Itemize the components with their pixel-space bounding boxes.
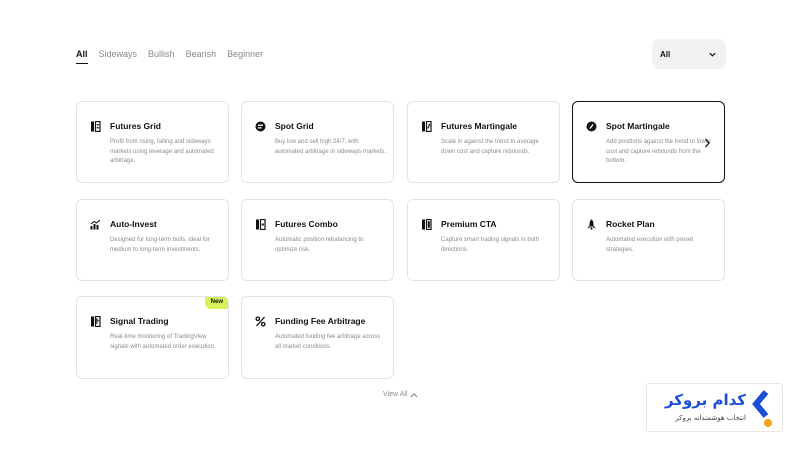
strategy-card-futures-martingale[interactable]: Futures Martingale Scale in against the … xyxy=(407,101,560,183)
strategy-card-funding-fee-arbitrage[interactable]: Funding Fee Arbitrage Automated funding … xyxy=(241,296,394,379)
card-description: Automatic position rebalancing to optimi… xyxy=(275,237,364,253)
card-description: Scale in against the trend to average do… xyxy=(441,139,539,155)
card-description: Buy low and sell high 24/7, with automat… xyxy=(275,139,387,155)
logo-dot-icon xyxy=(764,419,772,427)
futures-combo-icon xyxy=(255,219,266,230)
tab-bearish[interactable]: Bearish xyxy=(186,48,217,64)
card-title: Signal Trading xyxy=(110,316,169,326)
strategy-card-futures-combo[interactable]: Futures Combo Automatic position rebalan… xyxy=(241,199,394,281)
strategy-card-signal-trading[interactable]: Signal Trading Real-time monitoring of T… xyxy=(76,296,229,379)
spot-grid-icon xyxy=(255,121,266,132)
card-description: Real-time monitoring of TradingView sign… xyxy=(110,334,216,350)
chevron-down-icon xyxy=(709,52,716,57)
percent-icon xyxy=(255,316,266,327)
card-title: Spot Grid xyxy=(275,121,314,131)
tab-all[interactable]: All xyxy=(76,48,88,64)
card-description: Automated funding fee arbitrage across a… xyxy=(275,334,381,350)
card-description: Capture smart trading signals in both di… xyxy=(441,237,540,253)
chevron-up-icon xyxy=(410,392,418,397)
strategy-card-premium-cta[interactable]: Premium CTA Capture smart trading signal… xyxy=(407,199,560,281)
watermark-logo: کدام بروکر انتخاب هوشمندانه بروکر xyxy=(646,383,783,432)
new-badge: New xyxy=(204,297,228,309)
card-title: Futures Combo xyxy=(275,219,338,229)
filter-dropdown[interactable]: All xyxy=(652,39,726,69)
view-all-button[interactable]: View All xyxy=(383,391,418,398)
view-all-label: View All xyxy=(383,391,408,398)
futures-martingale-icon xyxy=(421,121,432,132)
watermark-brand: کدام بروکر xyxy=(664,391,746,409)
auto-invest-icon xyxy=(90,219,101,230)
chevron-right-icon xyxy=(705,138,710,148)
rocket-icon xyxy=(586,219,597,230)
strategy-card-spot-grid[interactable]: Spot Grid Buy low and sell high 24/7, wi… xyxy=(241,101,394,183)
tab-sideways[interactable]: Sideways xyxy=(99,48,138,64)
filter-dropdown-value: All xyxy=(660,49,671,59)
card-description: Designed for long-term bulls, ideal for … xyxy=(110,237,210,253)
card-title: Spot Martingale xyxy=(606,121,670,131)
card-title: Auto-Invest xyxy=(110,219,157,229)
card-description: Automated execution with preset strategi… xyxy=(606,237,694,253)
card-title: Funding Fee Arbitrage xyxy=(275,316,366,326)
watermark-tagline: انتخاب هوشمندانه بروکر xyxy=(675,414,746,422)
tab-bullish[interactable]: Bullish xyxy=(148,48,175,64)
spot-martingale-icon xyxy=(586,121,597,132)
signal-trading-icon xyxy=(90,316,101,327)
card-title: Premium CTA xyxy=(441,219,497,229)
strategy-card-spot-martingale[interactable]: Spot Martingale Add positions against th… xyxy=(572,101,725,183)
logo-chevron-icon xyxy=(752,390,769,418)
futures-grid-icon xyxy=(90,121,101,132)
strategy-card-rocket-plan[interactable]: Rocket Plan Automated execution with pre… xyxy=(572,199,725,281)
premium-cta-icon xyxy=(421,219,432,230)
strategy-card-auto-invest[interactable]: Auto-Invest Designed for long-term bulls… xyxy=(76,199,229,281)
tab-beginner[interactable]: Beginner xyxy=(227,48,263,64)
card-title: Futures Martingale xyxy=(441,121,518,131)
card-title: Rocket Plan xyxy=(606,219,655,229)
card-title: Futures Grid xyxy=(110,121,162,131)
strategy-tabs: All Sideways Bullish Bearish Beginner xyxy=(76,48,263,64)
strategy-card-futures-grid[interactable]: Futures Grid Profit from rising, falling… xyxy=(76,101,229,183)
card-description: Profit from rising, falling and sideways… xyxy=(110,139,214,164)
